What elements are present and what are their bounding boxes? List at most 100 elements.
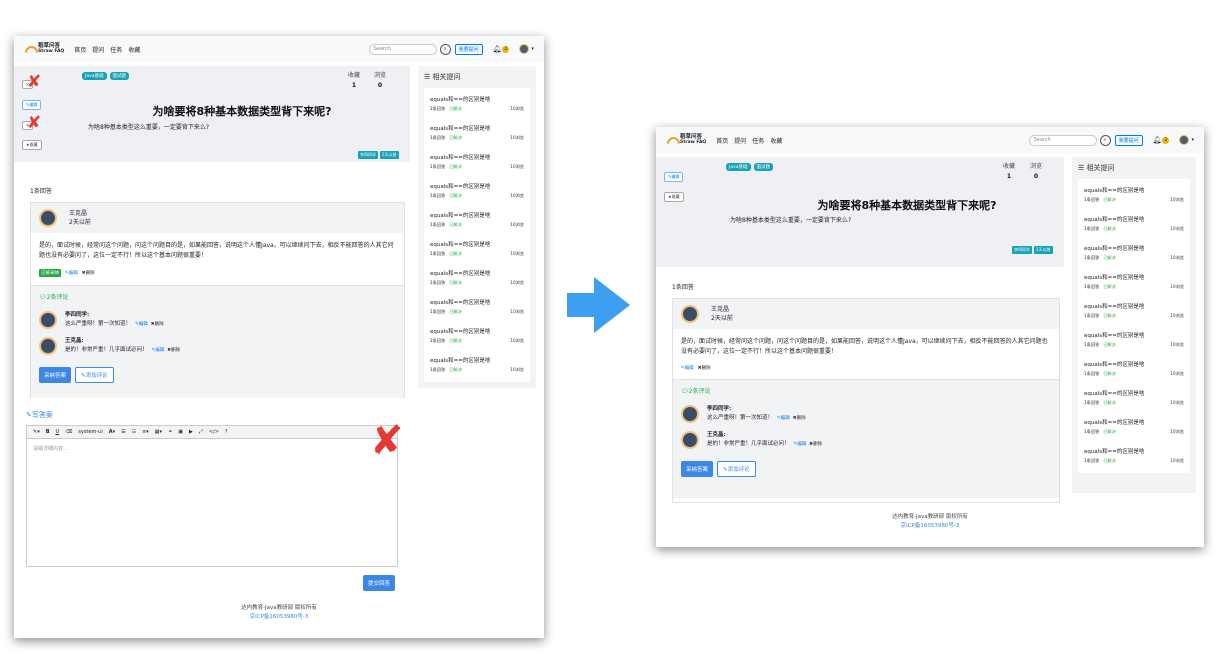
submit-answer-button[interactable]: 提交回答 <box>363 575 396 591</box>
chevron-down-icon[interactable]: ▾ <box>1191 137 1194 143</box>
nav-home[interactable]: 首页 <box>716 136 728 145</box>
eraser-icon[interactable]: ⌫ <box>65 429 72 435</box>
bell-icon[interactable]: 🔔︎ <box>1153 136 1162 144</box>
unordered-list-icon[interactable]: ☰ <box>121 429 125 435</box>
underline-icon[interactable]: U <box>56 429 60 435</box>
align-icon[interactable]: ≡▾ <box>142 429 149 435</box>
related-item-title[interactable]: equals和==的区别是啥 <box>430 182 524 190</box>
comment-delete-link[interactable]: ✖删除 <box>151 322 164 327</box>
related-item[interactable]: equals和==的区别是啥 1条回答 已解决 10浏览 <box>1084 384 1184 413</box>
footer-icp-link[interactable]: 京ICP备16053980号-3 <box>656 522 1204 531</box>
related-item-title[interactable]: equals和==的区别是啥 <box>1084 186 1184 194</box>
comment-delete-link[interactable]: ✖删除 <box>167 348 180 353</box>
ask-question-button[interactable]: 我要提问 <box>1114 134 1143 146</box>
brush-icon[interactable]: ✎▾ <box>33 429 40 435</box>
footer-icp-link[interactable]: 京ICP备16053980号-3 <box>14 613 544 622</box>
nav-task[interactable]: 任务 <box>752 136 764 145</box>
adopt-answer-button[interactable]: 采纳答案 <box>681 461 714 477</box>
ask-question-button[interactable]: 我要提问 <box>454 43 483 55</box>
related-item-title[interactable]: equals和==的区别是啥 <box>1084 302 1184 310</box>
related-item[interactable]: equals和==的区别是啥 1条回答 已解决 10浏览 <box>1084 413 1184 442</box>
related-item-title[interactable]: equals和==的区别是啥 <box>1084 331 1184 339</box>
answer-delete-link[interactable]: ✖删除 <box>698 365 711 371</box>
tag-interview[interactable]: 面试题 <box>753 163 774 171</box>
nav-ask[interactable]: 提问 <box>92 45 104 54</box>
logo[interactable]: 稻草问答 Straw FAQ <box>24 43 64 54</box>
related-item-title[interactable]: equals和==的区别是啥 <box>1084 389 1184 397</box>
related-item-title[interactable]: equals和==的区别是啥 <box>1084 360 1184 368</box>
search-input[interactable]: Search <box>1028 134 1097 146</box>
font-select[interactable]: system-ui <box>78 429 102 435</box>
related-item-title[interactable]: equals和==的区别是啥 <box>430 211 524 219</box>
related-item[interactable]: equals和==的区别是啥 1条回答 已解决 10浏览 <box>1084 355 1184 384</box>
add-comment-button[interactable]: ✎添加评论 <box>717 461 756 477</box>
answer-edit-link[interactable]: ✎编辑 <box>65 270 78 276</box>
nav-favorites[interactable]: 收藏 <box>128 45 140 54</box>
answer-edit-link[interactable]: ✎编辑 <box>681 365 694 371</box>
related-item[interactable]: equals和==的区别是啥 1条回答 已解决 10浏览 <box>430 119 524 148</box>
related-item-title[interactable]: equals和==的区别是啥 <box>1084 215 1184 223</box>
comment-edit-link[interactable]: ✎编辑 <box>152 348 165 353</box>
related-item[interactable]: equals和==的区别是啥 1条回答 已解决 10浏览 <box>430 322 524 351</box>
nav-ask[interactable]: 提问 <box>734 136 746 145</box>
edit-button[interactable]: ✎编辑 <box>22 100 42 110</box>
collect-button[interactable]: ★收藏 <box>664 192 684 202</box>
font-color-icon[interactable]: A▾ <box>109 429 115 435</box>
nav-home[interactable]: 首页 <box>74 45 86 54</box>
link-icon[interactable]: ⚭ <box>168 429 172 435</box>
search-input[interactable]: Search <box>368 43 437 55</box>
related-item[interactable]: equals和==的区别是啥 1条回答 已解决 10浏览 <box>1084 210 1184 239</box>
related-item[interactable]: equals和==的区别是啥 1条回答 已解决 10浏览 <box>1084 181 1184 210</box>
tag-java-basic[interactable]: Java基础 <box>82 72 107 80</box>
related-item[interactable]: equals和==的区别是啥 1条回答 已解决 10浏览 <box>430 206 524 235</box>
avatar-icon[interactable] <box>1179 135 1190 145</box>
related-item[interactable]: equals和==的区别是啥 1条回答 已解决 10浏览 <box>1084 297 1184 326</box>
comment-delete-link[interactable]: ✖删除 <box>793 416 806 421</box>
related-item[interactable]: equals和==的区别是啥 1条回答 已解决 10浏览 <box>1084 268 1184 297</box>
bold-icon[interactable]: B <box>46 429 50 435</box>
related-item-title[interactable]: equals和==的区别是啥 <box>430 153 524 161</box>
chevron-down-icon[interactable]: ▾ <box>531 46 534 52</box>
comment-edit-link[interactable]: ✎编辑 <box>794 442 807 447</box>
comment-edit-link[interactable]: ✎编辑 <box>777 416 790 421</box>
related-item-title[interactable]: equals和==的区别是啥 <box>430 124 524 132</box>
related-item[interactable]: equals和==的区别是啥 1条回答 已解决 10浏览 <box>1084 326 1184 355</box>
search-icon[interactable]: ⌕ <box>1099 134 1111 146</box>
related-item-title[interactable]: equals和==的区别是啥 <box>1084 418 1184 426</box>
video-icon[interactable]: ▶ <box>189 429 193 435</box>
bell-icon[interactable]: 🔔︎ <box>493 45 502 53</box>
related-item-title[interactable]: equals和==的区别是啥 <box>430 356 524 364</box>
related-item[interactable]: equals和==的区别是啥 1条回答 已解决 10浏览 <box>430 293 524 322</box>
related-item[interactable]: equals和==的区别是啥 1条回答 已解决 10浏览 <box>1084 442 1184 471</box>
related-item-title[interactable]: equals和==的区别是啥 <box>1084 244 1184 252</box>
ordered-list-icon[interactable]: ☷ <box>132 429 136 435</box>
table-icon[interactable]: ▦▾ <box>155 429 162 435</box>
avatar-icon[interactable] <box>519 44 530 54</box>
related-item[interactable]: equals和==的区别是啥 1条回答 已解决 10浏览 <box>430 148 524 177</box>
related-item[interactable]: equals和==的区别是啥 1条回答 已解决 10浏览 <box>430 235 524 264</box>
adopt-answer-button[interactable]: 采纳答案 <box>39 367 72 383</box>
search-icon[interactable]: ⌕ <box>439 43 451 55</box>
nav-task[interactable]: 任务 <box>110 45 122 54</box>
nav-favorites[interactable]: 收藏 <box>770 136 782 145</box>
help-icon[interactable]: ? <box>225 429 228 435</box>
related-item-title[interactable]: equals和==的区别是啥 <box>1084 447 1184 455</box>
related-item-title[interactable]: equals和==的区别是啥 <box>430 240 524 248</box>
related-item-title[interactable]: equals和==的区别是啥 <box>430 327 524 335</box>
related-item[interactable]: equals和==的区别是啥 1条回答 已解决 10浏览 <box>430 351 524 380</box>
related-item[interactable]: equals和==的区别是啥 1条回答 已解决 10浏览 <box>1084 239 1184 268</box>
related-item-title[interactable]: equals和==的区别是啥 <box>430 95 524 103</box>
logo[interactable]: 稻草问答 Straw FAQ <box>666 134 706 145</box>
add-comment-button[interactable]: ✎添加评论 <box>75 367 114 383</box>
related-item-title[interactable]: equals和==的区别是啥 <box>1084 273 1184 281</box>
comment-delete-link[interactable]: ✖删除 <box>809 442 822 447</box>
comment-edit-link[interactable]: ✎编辑 <box>135 322 148 327</box>
tag-interview[interactable]: 面试题 <box>109 72 130 80</box>
answer-editor[interactable]: ✎▾ B U ⌫ system-ui A▾ ☰ ☷ ≡▾ ▦▾ ⚭ ▣ ▶ ⤢ … <box>26 425 398 567</box>
related-item-title[interactable]: equals和==的区别是啥 <box>430 298 524 306</box>
code-icon[interactable]: </> <box>209 429 219 435</box>
related-item[interactable]: equals和==的区别是啥 1条回答 已解决 10浏览 <box>430 90 524 119</box>
fullscreen-icon[interactable]: ⤢ <box>199 429 203 435</box>
image-icon[interactable]: ▣ <box>178 429 183 435</box>
related-item-title[interactable]: equals和==的区别是啥 <box>430 269 524 277</box>
